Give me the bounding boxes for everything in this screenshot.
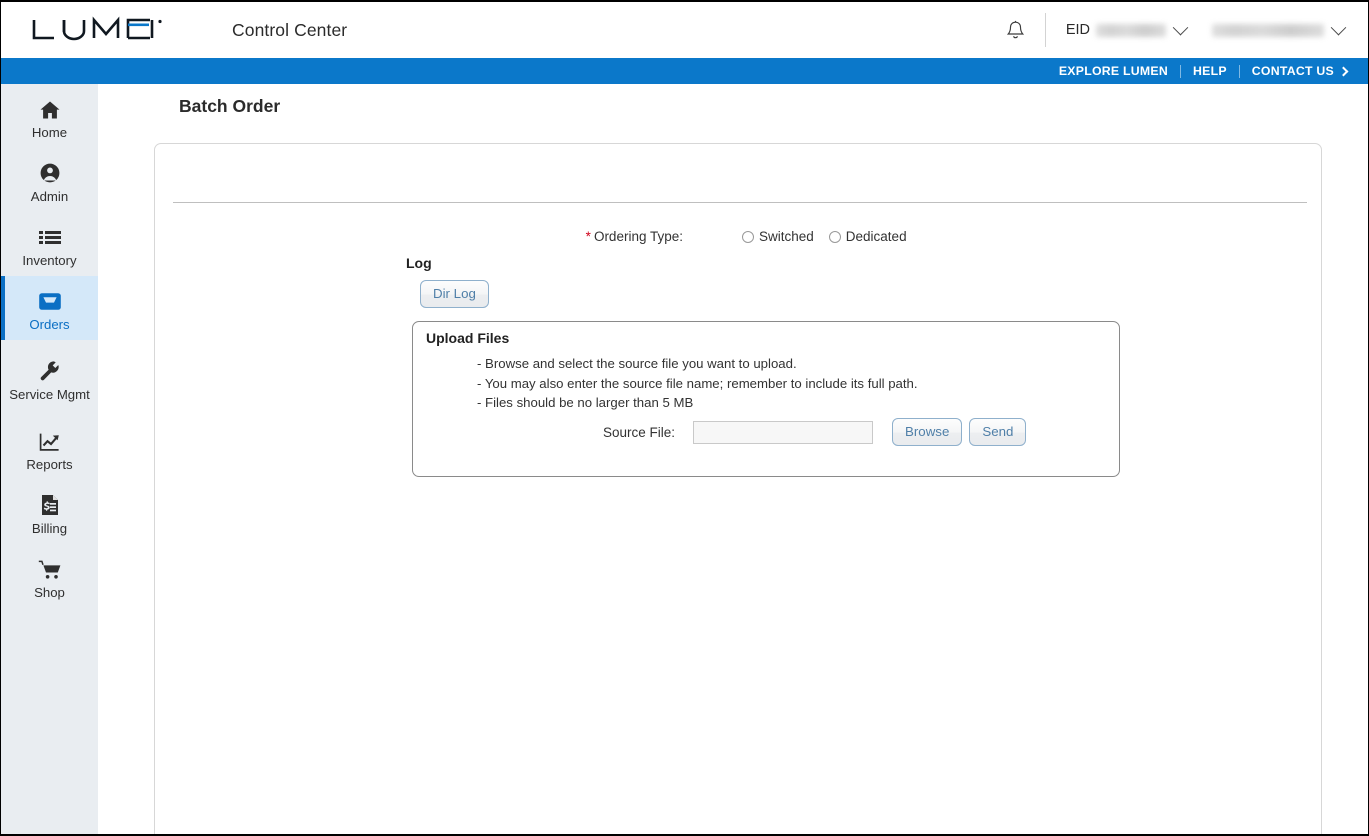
radio-switched-label: Switched [759, 229, 814, 244]
sidebar-item-home-label: Home [31, 125, 68, 140]
user-icon [39, 160, 61, 184]
upload-instruction-2: - You may also enter the source file nam… [477, 375, 918, 391]
batch-order-card: * Ordering Type: Switched Dedicated Log D… [154, 143, 1322, 834]
sidebar-item-admin-label: Admin [30, 189, 69, 204]
source-file-input[interactable] [693, 420, 873, 444]
upload-files-panel: Upload Files - Browse and select the sou… [412, 321, 1120, 477]
lumen-logo[interactable] [30, 15, 164, 45]
upload-instruction-1: - Browse and select the source file you … [477, 356, 797, 371]
invoice-icon [40, 492, 60, 516]
nav-explore-lumen-label: EXPLORE LUMEN [1058, 64, 1168, 78]
header-right-cluster: EID [1001, 2, 1368, 58]
radio-dedicated-label: Dedicated [845, 229, 907, 244]
header-divider [1044, 13, 1046, 47]
chevron-down-icon [1172, 19, 1189, 35]
app-window: Control Center EID EXPLORE LUMEN HELP CO… [0, 0, 1369, 836]
page-title: Batch Order [179, 96, 281, 116]
radio-switched-control[interactable] [742, 230, 754, 243]
dir-log-button[interactable]: Dir Log [420, 280, 489, 308]
sidebar-item-admin[interactable]: Admin [1, 148, 98, 212]
ordering-type-row: * Ordering Type: Switched Dedicated [155, 229, 1321, 244]
send-button[interactable]: Send [969, 418, 1027, 446]
ordering-type-radio-group: Switched Dedicated [742, 229, 922, 244]
eid-label: EID [1065, 22, 1090, 38]
sidebar-item-reports[interactable]: Reports [1, 416, 98, 480]
upload-instruction-3: - Files should be no larger than 5 MB [477, 395, 694, 410]
ordering-type-label-text: Ordering Type: [593, 229, 683, 244]
eid-value-redacted [1096, 23, 1166, 37]
dir-log-button-wrap: Dir Log [420, 280, 489, 308]
nav-help-label: HELP [1193, 64, 1227, 78]
radio-dedicated-control[interactable] [828, 230, 841, 243]
log-section-title: Log [406, 255, 432, 271]
bell-icon[interactable] [1001, 15, 1031, 45]
radio-dedicated[interactable]: Dedicated [828, 229, 907, 244]
nav-contact-us[interactable]: CONTACT US [1240, 64, 1359, 78]
card-divider [173, 202, 1307, 203]
home-icon [39, 96, 61, 120]
sidebar-item-home[interactable]: Home [1, 84, 98, 148]
sidebar-item-inventory-label: Inventory [22, 253, 77, 268]
upload-instructions: - Browse and select the source file you … [477, 354, 918, 413]
sidebar-item-inventory[interactable]: Inventory [1, 212, 98, 276]
required-marker: * [585, 229, 591, 244]
source-file-label: Source File: [602, 424, 675, 440]
upload-files-title: Upload Files [426, 330, 510, 346]
ordering-type-label: * Ordering Type: [155, 229, 683, 244]
chevron-down-icon [1330, 19, 1347, 35]
sidebar-item-orders[interactable]: Orders [1, 276, 98, 340]
eid-selector[interactable]: EID [1065, 19, 1189, 38]
sidebar-item-billing-label: Billing [31, 521, 68, 536]
sidebar-item-orders-label: Orders [29, 317, 70, 332]
radio-switched[interactable]: Switched [742, 229, 814, 244]
sidebar-item-service-mgmt[interactable]: Service Mgmt [1, 340, 98, 416]
sidebar-nav: Home Admin Inventory Orders Service Mgmt… [1, 84, 98, 834]
chevron-right-icon [1338, 66, 1349, 76]
chart-icon [39, 428, 61, 452]
wrench-icon [39, 358, 61, 382]
main-content: Batch Order * Ordering Type: Switched Ded… [98, 84, 1368, 834]
nav-contact-us-label: CONTACT US [1251, 64, 1334, 78]
source-file-row: Source File: Browse Send [413, 418, 1033, 446]
user-account-selector[interactable] [1212, 19, 1347, 37]
sidebar-item-shop-label: Shop [34, 585, 65, 600]
sidebar-item-billing[interactable]: Billing [1, 480, 98, 544]
list-icon [38, 224, 61, 248]
nav-explore-lumen[interactable]: EXPLORE LUMEN [1047, 64, 1180, 78]
browse-button[interactable]: Browse [892, 418, 963, 446]
top-header: Control Center EID [1, 2, 1368, 58]
nav-help[interactable]: HELP [1181, 64, 1239, 78]
utility-nav: EXPLORE LUMEN HELP CONTACT US [1, 58, 1368, 84]
sidebar-item-service-mgmt-label: Service Mgmt [9, 387, 90, 402]
inbox-icon [38, 288, 62, 312]
user-name-redacted [1212, 23, 1324, 37]
source-file-buttons: Browse Send [892, 418, 1033, 446]
cart-icon [38, 556, 62, 580]
sidebar-item-shop[interactable]: Shop [1, 544, 98, 608]
page-app-title: Control Center [232, 19, 348, 40]
sidebar-item-reports-label: Reports [26, 457, 73, 472]
